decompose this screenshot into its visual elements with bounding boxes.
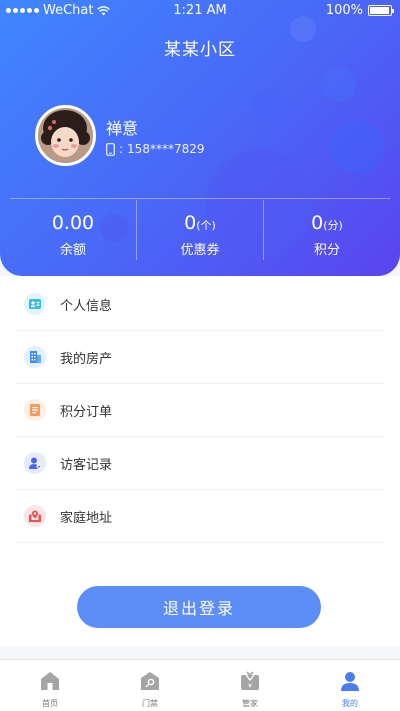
stat-coupons[interactable]: 0(个) 优惠券 <box>137 212 263 258</box>
points-unit: (分) <box>323 219 343 232</box>
tab-label: 管家 <box>242 699 258 708</box>
tab-home[interactable]: 首页 <box>20 670 80 709</box>
visitor-icon <box>24 452 46 474</box>
menu-item-home-address[interactable]: 家庭地址 <box>16 490 384 543</box>
user-phone: 158****7829 <box>127 142 205 156</box>
battery-icon <box>368 5 394 16</box>
status-bar: WeChat 1:21 AM 100% <box>0 0 400 20</box>
logout-button[interactable]: 退出登录 <box>77 586 321 628</box>
menu-item-label: 家庭地址 <box>60 510 113 526</box>
user-name: 禅意 <box>106 119 139 138</box>
menu-item-label: 积分订单 <box>60 404 113 420</box>
id-card-icon <box>24 293 46 315</box>
coupons-unit: (个) <box>196 219 216 232</box>
avatar-illustration <box>38 108 93 163</box>
tab-profile[interactable]: 我的 <box>320 670 380 709</box>
butler-icon <box>241 671 259 690</box>
points-label: 积分 <box>313 243 340 258</box>
tab-bar: 首页 门禁 管家 我的 <box>0 659 400 711</box>
decorative-bubble <box>320 66 356 102</box>
tab-butler[interactable]: 管家 <box>220 670 280 709</box>
menu-item-label: 访客记录 <box>60 457 113 473</box>
decorative-bubble <box>252 88 288 124</box>
stats-divider <box>10 198 390 199</box>
decorative-bubble <box>330 120 384 174</box>
address-icon <box>24 505 46 527</box>
tab-access[interactable]: 门禁 <box>120 670 180 709</box>
menu-item-points-orders[interactable]: 积分订单 <box>16 384 384 437</box>
points-value: 0 <box>311 212 324 234</box>
access-icon <box>141 672 159 690</box>
coupons-value: 0 <box>184 212 197 234</box>
avatar[interactable] <box>35 105 96 166</box>
building-icon <box>24 346 46 368</box>
profile-header: WeChat 1:21 AM 100% 某某小区 禅意: 158****782… <box>0 0 400 276</box>
tab-label: 门禁 <box>142 699 158 708</box>
stat-balance[interactable]: 0.00 余额 <box>10 212 136 258</box>
tab-label: 我的 <box>342 699 358 708</box>
order-list-icon <box>24 399 46 421</box>
stat-points[interactable]: 0(分) 积分 <box>264 212 390 258</box>
phone-icon <box>106 142 115 156</box>
menu-item-my-property[interactable]: 我的房产 <box>16 331 384 384</box>
page-title: 某某小区 <box>164 40 236 60</box>
balance-label: 余额 <box>59 243 86 258</box>
balance-value: 0.00 <box>51 212 95 234</box>
menu-item-label: 个人信息 <box>60 298 113 314</box>
tab-label: 首页 <box>42 699 58 708</box>
battery-percent: 100% <box>325 3 363 18</box>
user-phone-row: :158****7829 <box>106 142 205 156</box>
menu-item-visitor-records[interactable]: 访客记录 <box>16 437 384 490</box>
profile-icon <box>341 672 359 691</box>
home-icon <box>41 672 59 690</box>
menu-item-label: 我的房产 <box>60 351 113 367</box>
coupons-label: 优惠券 <box>180 243 220 258</box>
menu-item-personal-info[interactable]: 个人信息 <box>16 278 384 331</box>
